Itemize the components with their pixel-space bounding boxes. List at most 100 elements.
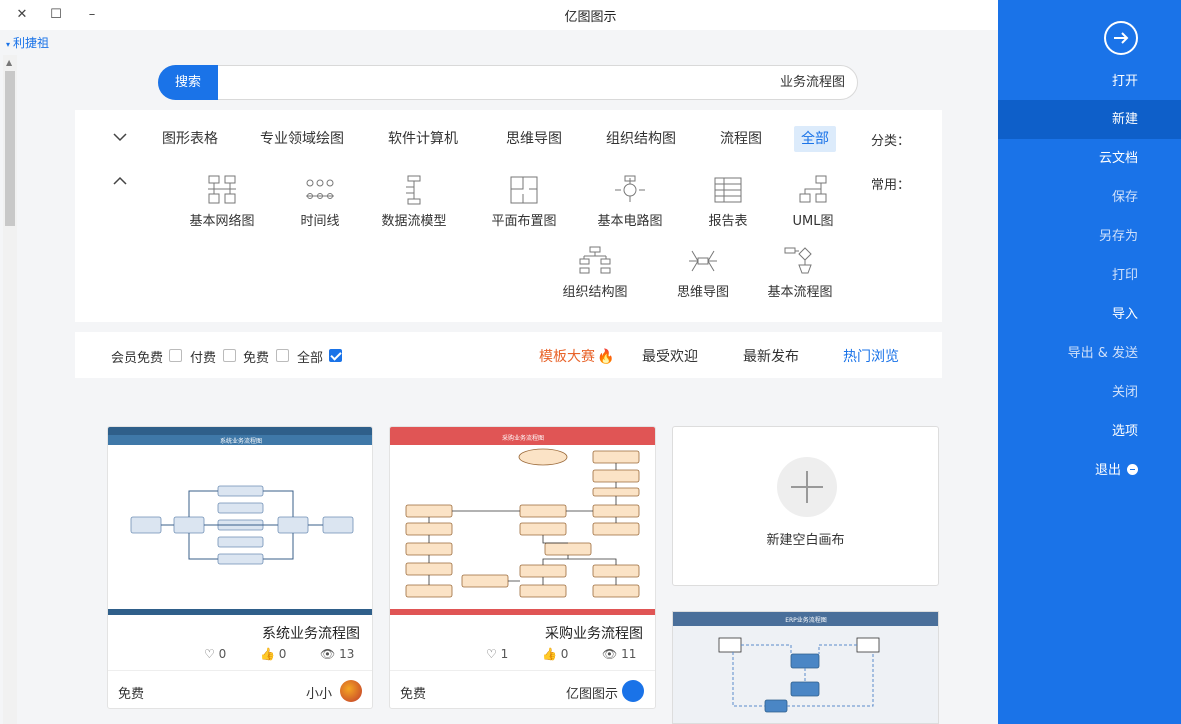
- scrollbar-thumb[interactable]: [5, 71, 15, 226]
- category-professional[interactable]: 专业领域绘图: [253, 126, 351, 152]
- template-card[interactable]: ERP业务流程图: [672, 611, 939, 724]
- template-org-chart[interactable]: 组织结构图: [540, 245, 650, 300]
- search-button[interactable]: 搜索: [158, 65, 218, 100]
- template-circuit[interactable]: 基本电路图: [575, 174, 685, 229]
- template-label: 思维导图: [676, 285, 729, 300]
- template-card[interactable]: 系统业务流程图 系统业务流程图 👁 13 👍 0 ♡ 0 小小 免费: [107, 426, 373, 709]
- filter-paid-checkbox[interactable]: [223, 349, 236, 362]
- template-thumbnail[interactable]: ERP业务流程图: [673, 612, 939, 724]
- plus-icon[interactable]: [777, 457, 837, 517]
- template-timeline[interactable]: 时间线: [265, 174, 375, 229]
- sidebar-item-print[interactable]: 打印: [998, 256, 1181, 295]
- card-title[interactable]: 系统业务流程图: [262, 623, 360, 643]
- category-org-chart[interactable]: 组织结构图: [599, 126, 683, 152]
- new-canvas-label: 新建空白画布: [766, 533, 845, 548]
- template-thumbnail[interactable]: 采购业务流程图: [390, 427, 655, 615]
- chevron-down-icon: ▾: [6, 40, 11, 49]
- template-report[interactable]: 报告表: [673, 174, 783, 229]
- filter-free-checkbox[interactable]: [276, 349, 289, 362]
- template-card[interactable]: 采购业务流程图 采购业务流程图 👁 11 👍 0 ♡ 1 亿图图示 免费: [389, 426, 656, 709]
- scrollbar[interactable]: ▲: [3, 55, 17, 724]
- sidebar: 打开 新建 云文档 保存 另存为 打印 导入 导出 & 发送 关闭 选项 退出: [998, 0, 1181, 724]
- chevron-up-icon[interactable]: [113, 174, 127, 190]
- sidebar-item-import[interactable]: 导入: [998, 295, 1181, 334]
- view-count: 👁 13: [320, 647, 355, 661]
- template-network[interactable]: 基本网络图: [167, 174, 277, 229]
- like-count-value: 0: [278, 647, 287, 661]
- contest-label: 模板大赛: [539, 349, 595, 365]
- like-count[interactable]: 👍 0: [260, 647, 286, 661]
- common-label: 常用：: [871, 178, 911, 193]
- view-count-value: 11: [621, 647, 637, 661]
- filter-free-label: 免费: [243, 351, 270, 366]
- category-panel: 分类： 全部 流程图 组织结构图 思维导图 软件计算机 专业领域绘图 图形表格 …: [75, 110, 942, 322]
- sidebar-item-options[interactable]: 选项: [998, 412, 1181, 451]
- circuit-icon: [615, 175, 645, 202]
- floor-plan-icon: [510, 176, 538, 204]
- favorite-count[interactable]: ♡ 0: [204, 647, 226, 661]
- search-bar: 搜索 业务流程图: [158, 65, 858, 100]
- network-icon: [208, 175, 236, 204]
- sidebar-item-close[interactable]: 关闭: [998, 373, 1181, 412]
- sidebar-item-cloud-docs[interactable]: 云文档: [998, 139, 1181, 178]
- favorite-count-value: 0: [218, 647, 227, 661]
- sidebar-item-exit[interactable]: 退出: [998, 451, 1181, 490]
- template-mind-map[interactable]: 思维导图: [648, 245, 758, 300]
- filter-member-checkbox[interactable]: [169, 349, 182, 362]
- template-label: 时间线: [300, 214, 340, 229]
- template-thumbnail[interactable]: 系统业务流程图: [108, 427, 372, 615]
- card-title[interactable]: 采购业务流程图: [545, 623, 643, 643]
- filter-all-checkbox[interactable]: [329, 349, 342, 362]
- template-basic-flowchart[interactable]: 基本流程图: [745, 245, 855, 300]
- filter-bar: 热门浏览 最新发布 最受欢迎 模板大赛 🔥 全部 免费 付费 会员免费: [75, 332, 942, 378]
- sort-hot[interactable]: 热门浏览: [843, 346, 899, 366]
- sidebar-item-save-as[interactable]: 另存为: [998, 217, 1181, 256]
- report-icon: [714, 177, 742, 203]
- template-data-flow[interactable]: 数据流模型: [359, 174, 469, 229]
- search-input[interactable]: 业务流程图: [245, 66, 845, 99]
- sort-popular[interactable]: 最受欢迎: [642, 346, 698, 366]
- sidebar-item-export[interactable]: 导出 & 发送: [998, 334, 1181, 373]
- filter-paid-label: 付费: [190, 351, 217, 366]
- scroll-up-icon[interactable]: ▲: [6, 58, 12, 67]
- user-name: 利捷祖: [13, 36, 50, 50]
- minus-circle-icon: [1127, 464, 1138, 475]
- favorite-count-value: 1: [500, 647, 509, 661]
- mind-map-icon: [689, 250, 717, 272]
- price-label: 免费: [118, 687, 145, 702]
- favorite-count[interactable]: ♡ 1: [486, 647, 508, 661]
- like-count[interactable]: 👍 0: [542, 647, 568, 661]
- arrow-right-icon[interactable]: [1104, 21, 1138, 55]
- category-mind-map[interactable]: 思维导图: [499, 126, 569, 152]
- fire-icon: 🔥: [597, 349, 615, 365]
- category-flowchart[interactable]: 流程图: [713, 126, 769, 152]
- user-menu[interactable]: ▾ 利捷祖: [6, 34, 49, 51]
- filter-all-label: 全部: [297, 351, 324, 366]
- author-name[interactable]: 小小: [306, 683, 332, 702]
- price-label: 免费: [400, 687, 427, 702]
- sort-newest[interactable]: 最新发布: [743, 346, 799, 366]
- chevron-down-icon[interactable]: [113, 130, 127, 146]
- template-label: 报告表: [708, 214, 748, 229]
- avatar: [340, 680, 362, 702]
- sidebar-item-save[interactable]: 保存: [998, 178, 1181, 217]
- card-footer: 亿图图示 免费: [390, 670, 655, 708]
- diagram-title: ERP业务流程图: [785, 616, 827, 624]
- org-chart-icon: [579, 246, 611, 274]
- template-label: 基本电路图: [597, 214, 663, 229]
- new-blank-canvas-card[interactable]: 新建空白画布: [672, 426, 939, 586]
- sidebar-item-open[interactable]: 打开: [998, 62, 1181, 101]
- sidebar-item-new[interactable]: 新建: [998, 100, 1181, 139]
- view-count-value: 13: [339, 647, 355, 661]
- category-software[interactable]: 软件计算机: [381, 126, 465, 152]
- template-floor-plan[interactable]: 平面布置图: [469, 174, 579, 229]
- template-label: 基本网络图: [189, 214, 255, 229]
- category-label: 分类：: [871, 134, 911, 149]
- category-all[interactable]: 全部: [794, 126, 836, 152]
- exit-label: 退出: [1094, 463, 1121, 478]
- data-flow-icon: [406, 175, 421, 205]
- author-name[interactable]: 亿图图示: [566, 683, 618, 702]
- category-graphic-table[interactable]: 图形表格: [155, 126, 225, 152]
- timeline-icon: [306, 179, 334, 199]
- sort-contest[interactable]: 模板大赛 🔥: [539, 346, 614, 366]
